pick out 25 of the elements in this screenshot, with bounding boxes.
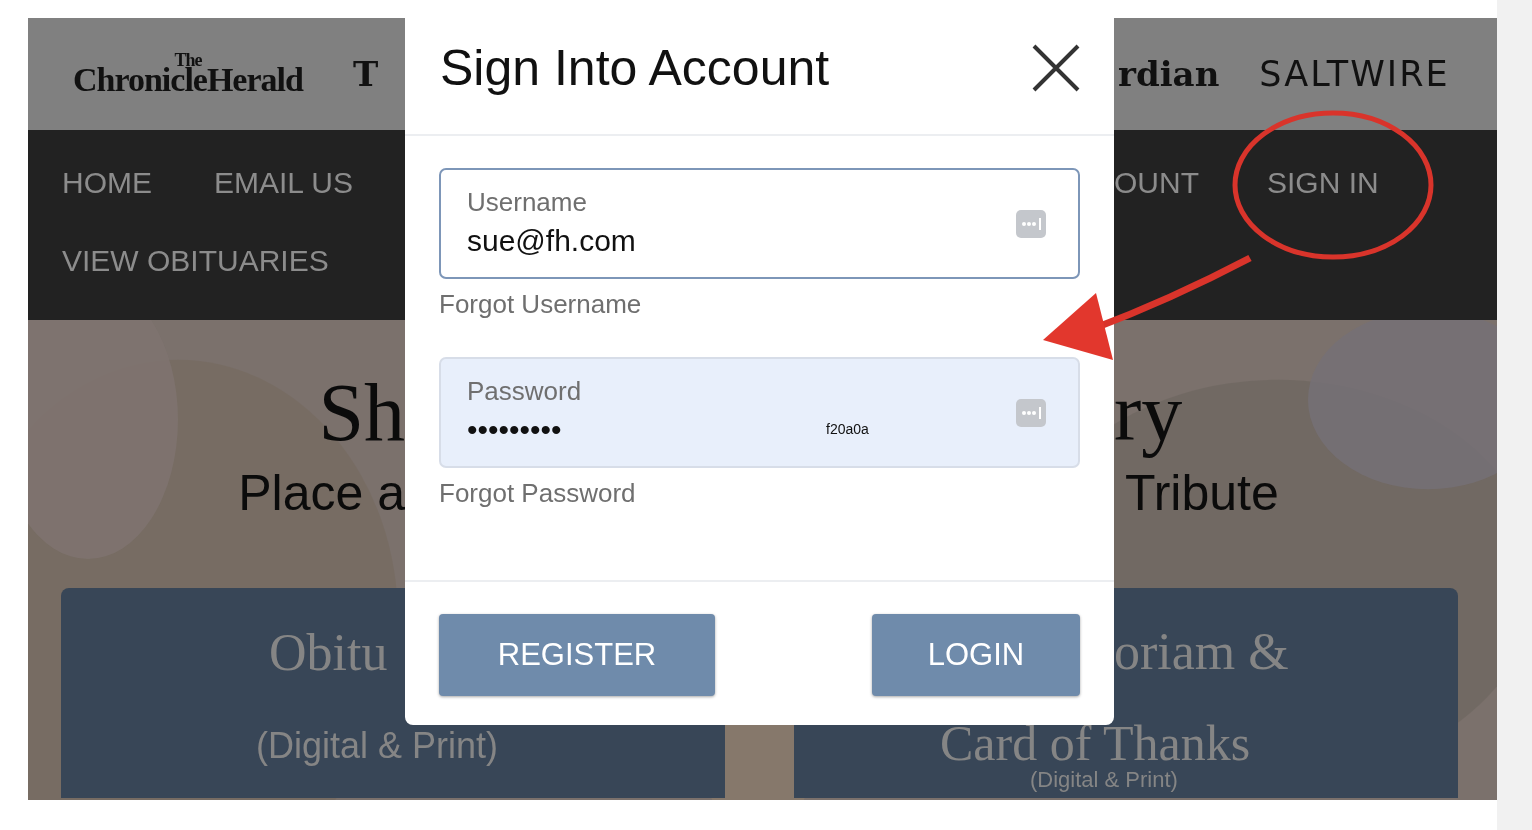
register-button[interactable]: REGISTER — [439, 614, 715, 696]
login-button[interactable]: LOGIN — [872, 614, 1080, 696]
nav-link[interactable]: HOME — [62, 164, 152, 202]
nav-link[interactable]: SIGN IN — [1267, 164, 1379, 202]
input-field[interactable]: Password ••••••••• f20a0a — [439, 357, 1080, 468]
nav-link[interactable]: VIEW OBITUARIES — [62, 242, 329, 280]
nav-link[interactable]: OUNT — [1114, 164, 1199, 202]
logo-text[interactable]: SALTWIRE — [1259, 56, 1450, 92]
card-subtitle: (Digital & Print) — [256, 725, 499, 766]
autofill-icon[interactable] — [1016, 210, 1046, 238]
close-button[interactable] — [1030, 42, 1082, 94]
hero-subtitle: Tribute — [1125, 465, 1279, 521]
autofill-icon[interactable] — [1016, 399, 1046, 427]
nav-link[interactable]: EMAIL US — [214, 164, 353, 202]
hero-subtitle: Place a — [238, 465, 405, 521]
logo-text[interactable]: T — [352, 57, 379, 91]
forgot-link[interactable]: Forgot Username — [439, 287, 642, 321]
hero-title: Sh — [318, 367, 405, 458]
input-field[interactable]: Username sue@fh.com — [439, 168, 1080, 279]
forgot-link[interactable]: Forgot Password — [439, 476, 636, 510]
dialog-title: Sign Into Account — [440, 43, 830, 93]
hero-title: ry — [1114, 367, 1183, 458]
card-title: Obitu — [269, 624, 388, 681]
card-title: oriam & — [1114, 623, 1289, 680]
logo-text[interactable]: rdian — [1118, 57, 1220, 91]
